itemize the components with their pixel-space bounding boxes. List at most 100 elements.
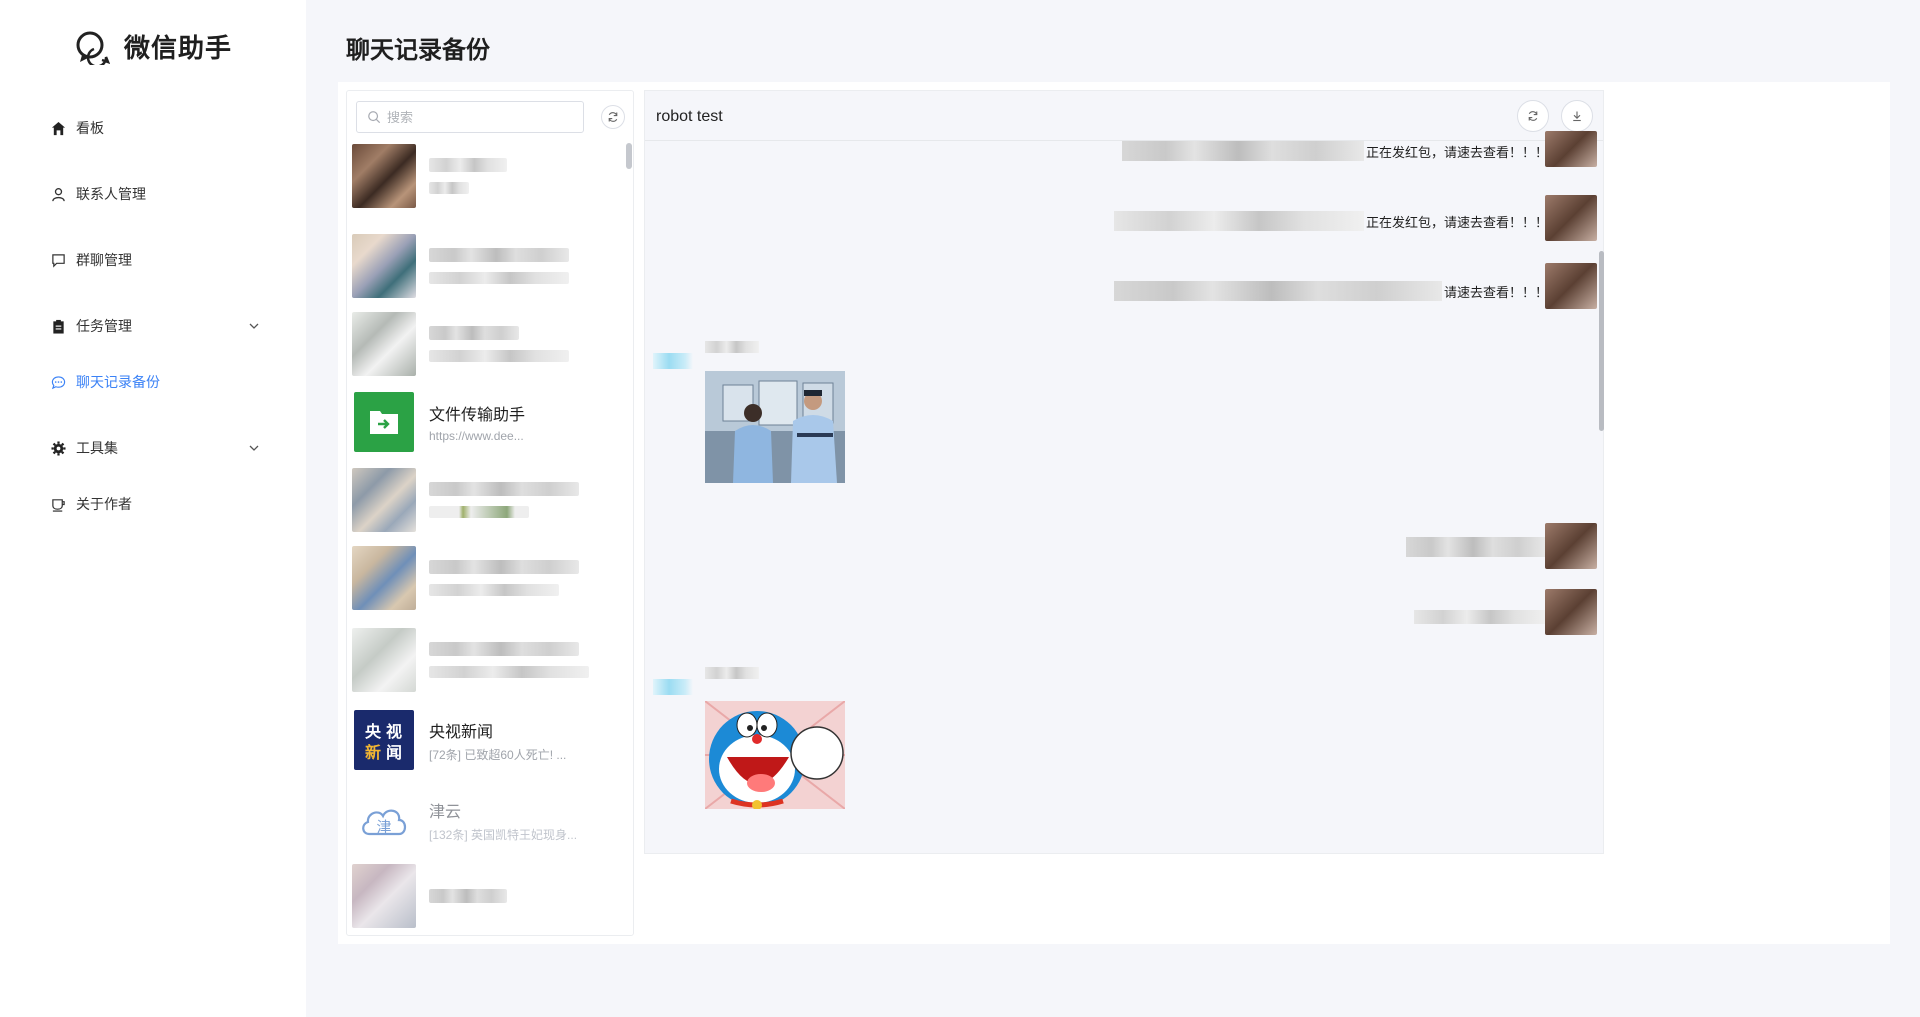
avatar: [1545, 263, 1597, 309]
chat-title: robot test: [656, 108, 723, 125]
svg-text:新: 新: [365, 743, 381, 762]
coffee-cup-icon: [50, 496, 66, 512]
message-text: 正在发红包，请速去查看！！！: [1365, 144, 1548, 160]
sidebar-item-label: 工具集: [76, 440, 118, 456]
redacted-text: [1121, 141, 1364, 161]
chat-bubbles-logo-icon: [76, 31, 110, 65]
message-outgoing: 正在发红包，请速去查看！！！: [1121, 139, 1548, 163]
contact-name: 文件传输助手: [429, 407, 526, 424]
list-item[interactable]: [352, 311, 618, 377]
chat-list-panel: 文件传输助手 https://www.dee... 央视新闻 央视新闻 [72条…: [346, 90, 634, 936]
sidebar-item-dashboard[interactable]: 看板: [50, 114, 262, 142]
contact-name: 央视新闻: [429, 723, 494, 741]
list-item[interactable]: [352, 233, 618, 299]
avatar: [352, 468, 416, 532]
sidebar: 微信助手 看板 联系人管理 群聊管理 任务管理 聊天记录备份 工具集 关于作者: [0, 0, 306, 1017]
avatar: [352, 864, 416, 928]
image-message[interactable]: [705, 701, 845, 809]
gear-icon: [50, 440, 66, 456]
brand[interactable]: 微信助手: [74, 28, 232, 65]
message-outgoing: 请速去查看！！！: [1113, 279, 1548, 303]
clipboard-icon: [50, 318, 66, 334]
redacted-preview: [429, 272, 569, 284]
svg-text:央: 央: [365, 722, 382, 741]
list-item-file-transfer[interactable]: 文件传输助手 https://www.dee...: [352, 389, 618, 455]
list-item[interactable]: [352, 627, 618, 693]
redacted-preview: [429, 506, 529, 518]
refresh-contacts-button[interactable]: [601, 105, 625, 129]
sidebar-item-tasks[interactable]: 任务管理: [50, 312, 262, 340]
redacted-name: [429, 482, 579, 496]
avatar: [352, 546, 416, 610]
message-text: 正在发红包，请速去查看！！！: [1365, 214, 1548, 230]
message-outgoing: [1406, 535, 1548, 559]
chat-dots-icon: [50, 374, 66, 390]
sidebar-item-about[interactable]: 关于作者: [50, 490, 262, 518]
contact-name: 津云: [429, 803, 462, 821]
redacted-preview: [429, 584, 559, 596]
message-outgoing: 正在发红包，请速去查看！！！: [1113, 209, 1548, 233]
image-message[interactable]: [705, 371, 845, 483]
chevron-down-icon[interactable]: [246, 440, 262, 456]
avatar: [1545, 589, 1597, 635]
avatar: [352, 628, 416, 692]
redacted-text: [1406, 537, 1546, 557]
svg-text:视: 视: [386, 722, 402, 741]
avatar: [352, 312, 416, 376]
sidebar-item-chat-backup[interactable]: 聊天记录备份: [50, 368, 262, 396]
redacted-sender-name: [705, 667, 759, 679]
list-item[interactable]: [352, 467, 618, 533]
list-item[interactable]: [352, 863, 618, 929]
redacted-preview: [429, 182, 469, 194]
contact-preview: [132条] 英国凯特王妃现身...: [429, 827, 578, 842]
list-item-jinyun[interactable]: 津 津云 [132条] 英国凯特王妃现身...: [352, 787, 618, 853]
redacted-preview: [429, 350, 569, 362]
list-scrollbar[interactable]: [626, 143, 632, 933]
sidebar-item-label: 聊天记录备份: [76, 374, 160, 390]
redacted-name: [429, 158, 507, 172]
search-input[interactable]: [387, 109, 567, 125]
download-chat-button[interactable]: [1561, 100, 1593, 132]
user-icon: [50, 186, 66, 202]
sidebar-item-tools[interactable]: 工具集: [50, 434, 262, 462]
list-item[interactable]: [352, 545, 618, 611]
app-name: 微信助手: [124, 33, 233, 63]
refresh-chat-button[interactable]: [1517, 100, 1549, 132]
chevron-down-icon[interactable]: [246, 318, 262, 334]
search-box[interactable]: [356, 101, 584, 133]
sidebar-item-label: 任务管理: [76, 318, 132, 334]
sidebar-item-groups[interactable]: 群聊管理: [50, 246, 262, 274]
svg-text:闻: 闻: [386, 743, 402, 762]
two-policemen-photo: [705, 371, 845, 483]
refresh-icon: [1528, 111, 1538, 121]
contact-preview: [72条] 已致超60人死亡! ...: [429, 747, 567, 762]
redacted-sender-name: [705, 341, 759, 353]
chat-header: robot test: [645, 91, 1603, 141]
cctv-news-logo: 央视新闻: [354, 710, 414, 770]
avatar: [1545, 131, 1597, 167]
chat-scrollbar-thumb[interactable]: [1599, 251, 1604, 431]
sidebar-item-label: 关于作者: [76, 496, 132, 512]
avatar: [1545, 523, 1597, 569]
redacted-name: [429, 560, 579, 574]
sidebar-item-label: 群聊管理: [76, 252, 132, 268]
message-outgoing: [1414, 605, 1548, 629]
file-transfer-icon: [354, 392, 414, 452]
page-title: 聊天记录备份: [346, 37, 490, 64]
message-text: 请速去查看！！！: [1443, 284, 1548, 300]
avatar: [352, 144, 416, 208]
redacted-text: [1113, 281, 1442, 301]
svg-text:津: 津: [376, 818, 391, 836]
list-item[interactable]: [352, 143, 618, 209]
avatar: [352, 234, 416, 298]
refresh-icon: [608, 112, 618, 122]
redacted-text: [1414, 610, 1546, 624]
list-item-cctv-news[interactable]: 央视新闻 央视新闻 [72条] 已致超60人死亡! ...: [352, 707, 618, 773]
list-scrollbar-thumb[interactable]: [626, 143, 632, 169]
redacted-name: [429, 248, 569, 262]
redacted-text: [1113, 211, 1364, 231]
sidebar-item-contacts[interactable]: 联系人管理: [50, 180, 262, 208]
download-icon: [1573, 111, 1581, 122]
home-icon: [50, 120, 66, 136]
sender-avatar: [653, 679, 693, 695]
